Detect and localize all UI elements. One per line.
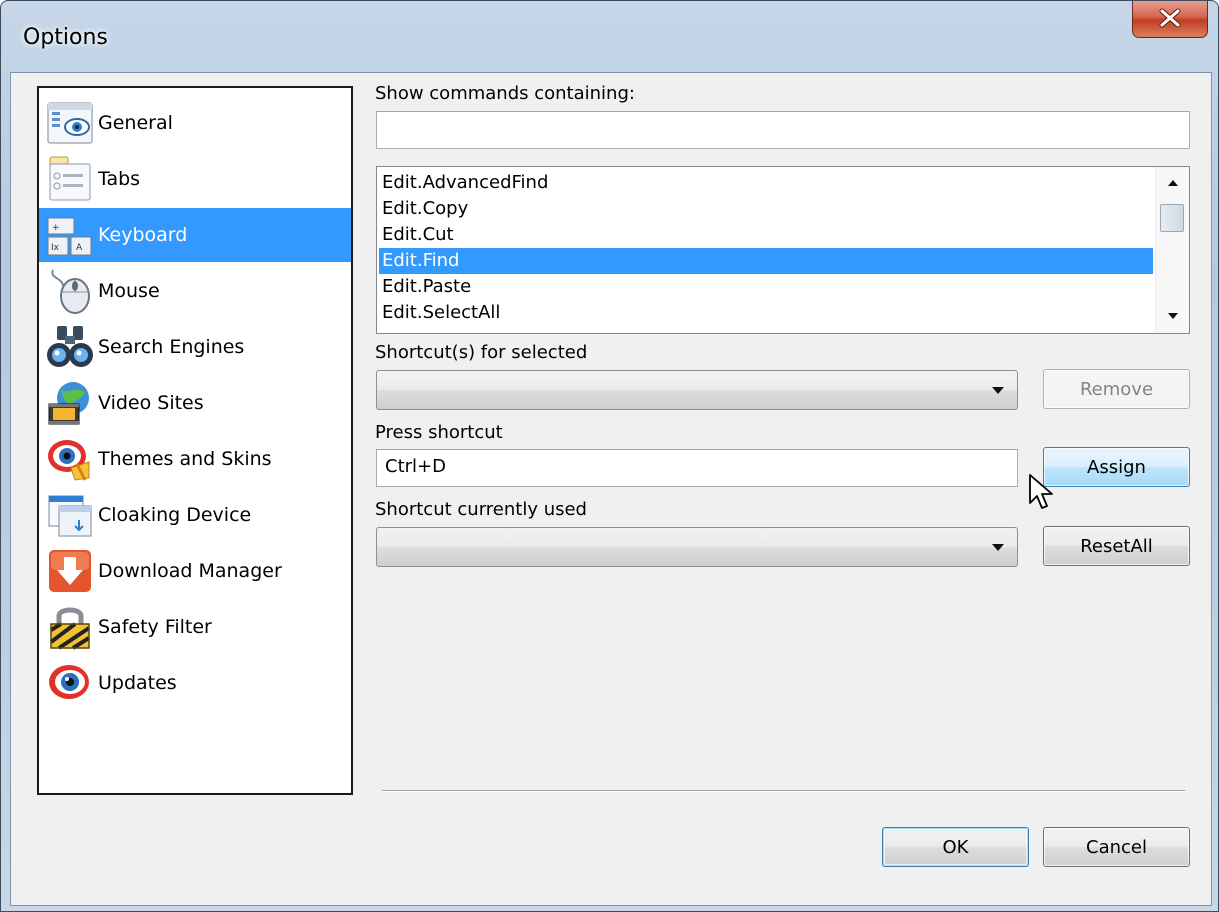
sidebar-item-download-manager[interactable]: Download Manager <box>39 544 351 598</box>
sidebar-item-label: Download Manager <box>98 560 282 582</box>
svg-text:A: A <box>76 243 83 253</box>
sidebar-item-label: Keyboard <box>98 224 188 246</box>
list-item-selected[interactable]: Edit.Find <box>379 248 1153 274</box>
remove-button[interactable]: Remove <box>1043 369 1190 409</box>
divider <box>382 790 1185 792</box>
sidebar-item-label: Updates <box>98 672 177 694</box>
close-icon <box>1159 8 1181 28</box>
shortcut-currently-used-dropdown[interactable] <box>376 527 1018 567</box>
shortcut-currently-used-label: Shortcut currently used <box>375 499 587 520</box>
search-label: Show commands containing: <box>375 83 635 104</box>
updates-icon <box>49 665 89 699</box>
sidebar-item-keyboard[interactable]: + Ix A Keyboard <box>39 208 351 262</box>
close-button[interactable] <box>1132 1 1208 38</box>
binoculars-icon <box>47 326 93 367</box>
sidebar-item-general[interactable]: General <box>39 96 351 150</box>
keyboard-icon: + Ix A <box>47 217 92 256</box>
sidebar-item-mouse[interactable]: Mouse <box>39 264 351 318</box>
assign-button[interactable]: Assign <box>1043 447 1190 487</box>
list-item[interactable]: Edit.Paste <box>379 274 1153 300</box>
reset-all-button[interactable]: ResetAll <box>1043 526 1190 566</box>
sidebar-item-label: Search Engines <box>98 336 245 358</box>
shortcuts-for-selected-dropdown[interactable] <box>376 370 1018 410</box>
video-sites-icon <box>48 382 89 425</box>
sidebar-item-label: Video Sites <box>98 392 204 414</box>
press-shortcut-input[interactable]: Ctrl+D <box>376 449 1018 487</box>
lock-icon <box>49 607 91 650</box>
mouse-icon <box>51 269 90 314</box>
press-shortcut-label: Press shortcut <box>375 422 503 443</box>
chevron-down-icon <box>992 387 1004 394</box>
command-list[interactable]: Edit.AdvancedFind Edit.Copy Edit.Cut Edi… <box>376 166 1190 334</box>
ok-button[interactable]: OK <box>882 827 1029 867</box>
sidebar-item-label: Themes and Skins <box>98 448 272 470</box>
download-icon <box>49 550 91 592</box>
list-item[interactable]: Edit.AdvancedFind <box>379 170 1153 196</box>
sidebar-item-label: Tabs <box>98 168 141 190</box>
sidebar-item-themes-and-skins[interactable]: Themes and Skins <box>39 432 351 486</box>
title-bar[interactable]: Options <box>1 1 1218 71</box>
chevron-down-icon <box>992 544 1004 551</box>
shortcuts-for-selected-label: Shortcut(s) for selected <box>375 342 588 363</box>
sidebar-item-label: Cloaking Device <box>98 504 252 526</box>
window-title: Options <box>23 25 108 50</box>
category-list[interactable]: General Tabs + Ix A Keyboard Mouse Searc… <box>37 86 353 795</box>
search-input[interactable] <box>376 111 1190 149</box>
sidebar-item-label: Safety Filter <box>98 616 212 638</box>
sidebar-item-label: General <box>98 112 173 134</box>
general-icon <box>47 102 93 144</box>
themes-icon <box>48 440 90 481</box>
vertical-scrollbar[interactable] <box>1155 167 1189 333</box>
tabs-icon <box>49 156 91 201</box>
list-item[interactable]: Edit.Cut <box>379 222 1153 248</box>
sidebar-item-label: Mouse <box>98 280 160 302</box>
list-item[interactable]: Edit.SelectAll <box>379 300 1153 326</box>
sidebar-item-safety-filter[interactable]: Safety Filter <box>39 600 351 654</box>
cancel-button[interactable]: Cancel <box>1043 827 1190 867</box>
sidebar-item-tabs[interactable]: Tabs <box>39 152 351 206</box>
svg-text:+: + <box>52 223 60 233</box>
sidebar-item-cloaking-device[interactable]: Cloaking Device <box>39 488 351 542</box>
scroll-up-icon[interactable] <box>1168 179 1178 186</box>
sidebar-item-updates[interactable]: Updates <box>39 656 351 710</box>
list-item[interactable]: Edit.Copy <box>379 196 1153 222</box>
sidebar-item-search-engines[interactable]: Search Engines <box>39 320 351 374</box>
options-window: Options General Tabs + Ix A Keyboard Mou… <box>0 0 1219 912</box>
dialog-client-area: General Tabs + Ix A Keyboard Mouse Searc… <box>10 72 1212 906</box>
scroll-thumb[interactable] <box>1160 204 1184 232</box>
scroll-down-icon[interactable] <box>1168 313 1178 320</box>
cloaking-icon <box>48 495 92 537</box>
mouse-pointer-icon <box>1029 474 1053 509</box>
sidebar-item-video-sites[interactable]: Video Sites <box>39 376 351 430</box>
svg-text:Ix: Ix <box>51 243 60 253</box>
